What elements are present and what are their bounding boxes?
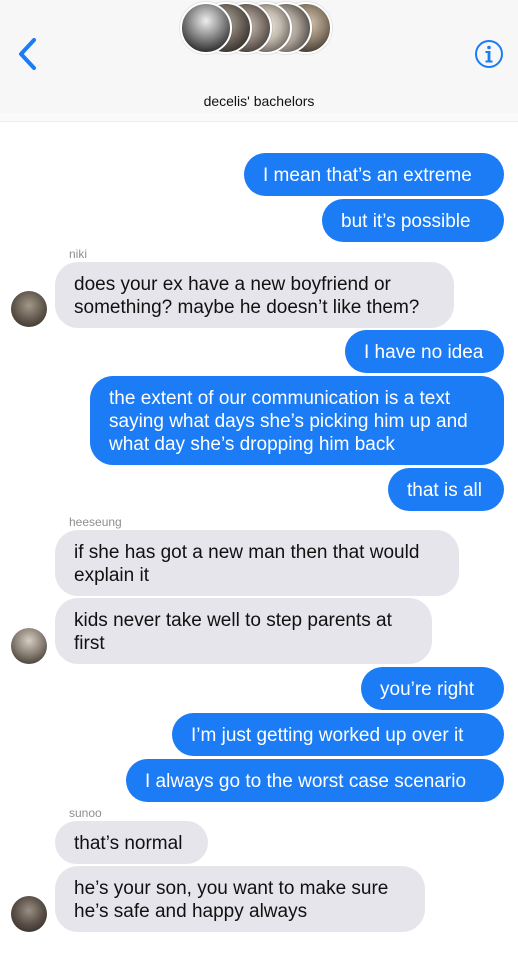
avatar[interactable] (11, 896, 47, 932)
incoming-message[interactable]: does your ex have a new boyfriend or som… (55, 262, 454, 328)
chevron-left-icon (19, 38, 36, 70)
incoming-message[interactable]: if she has got a new man then that would… (55, 530, 459, 596)
outgoing-message[interactable]: I always go to the worst case scenario (126, 759, 504, 802)
sender-name: niki (69, 247, 88, 261)
sender-name: sunoo (69, 806, 102, 820)
sender-name: heeseung (69, 515, 122, 529)
incoming-message[interactable]: he’s your son, you want to make sure he’… (55, 866, 425, 932)
avatar[interactable] (11, 291, 47, 327)
header-divider (0, 113, 518, 122)
outgoing-message[interactable]: you’re right (361, 667, 504, 710)
outgoing-message[interactable]: but it’s possible (322, 199, 504, 242)
info-icon (475, 40, 503, 68)
group-name[interactable]: decelis' bachelors (0, 93, 518, 109)
outgoing-message[interactable]: I’m just getting worked up over it (172, 713, 504, 756)
outgoing-message[interactable]: I mean that’s an extreme (244, 153, 504, 196)
outgoing-message[interactable]: that is all (388, 468, 504, 511)
member-avatar (180, 2, 232, 54)
info-button[interactable] (474, 39, 504, 69)
group-avatars[interactable] (180, 2, 340, 58)
outgoing-message[interactable]: the extent of our communication is a tex… (90, 376, 504, 465)
incoming-message[interactable]: kids never take well to step parents at … (55, 598, 432, 664)
conversation-header: decelis' bachelors (0, 0, 518, 114)
back-button[interactable] (14, 36, 44, 72)
outgoing-message[interactable]: I have no idea (345, 330, 504, 373)
avatar[interactable] (11, 628, 47, 664)
incoming-message[interactable]: that’s normal (55, 821, 208, 864)
